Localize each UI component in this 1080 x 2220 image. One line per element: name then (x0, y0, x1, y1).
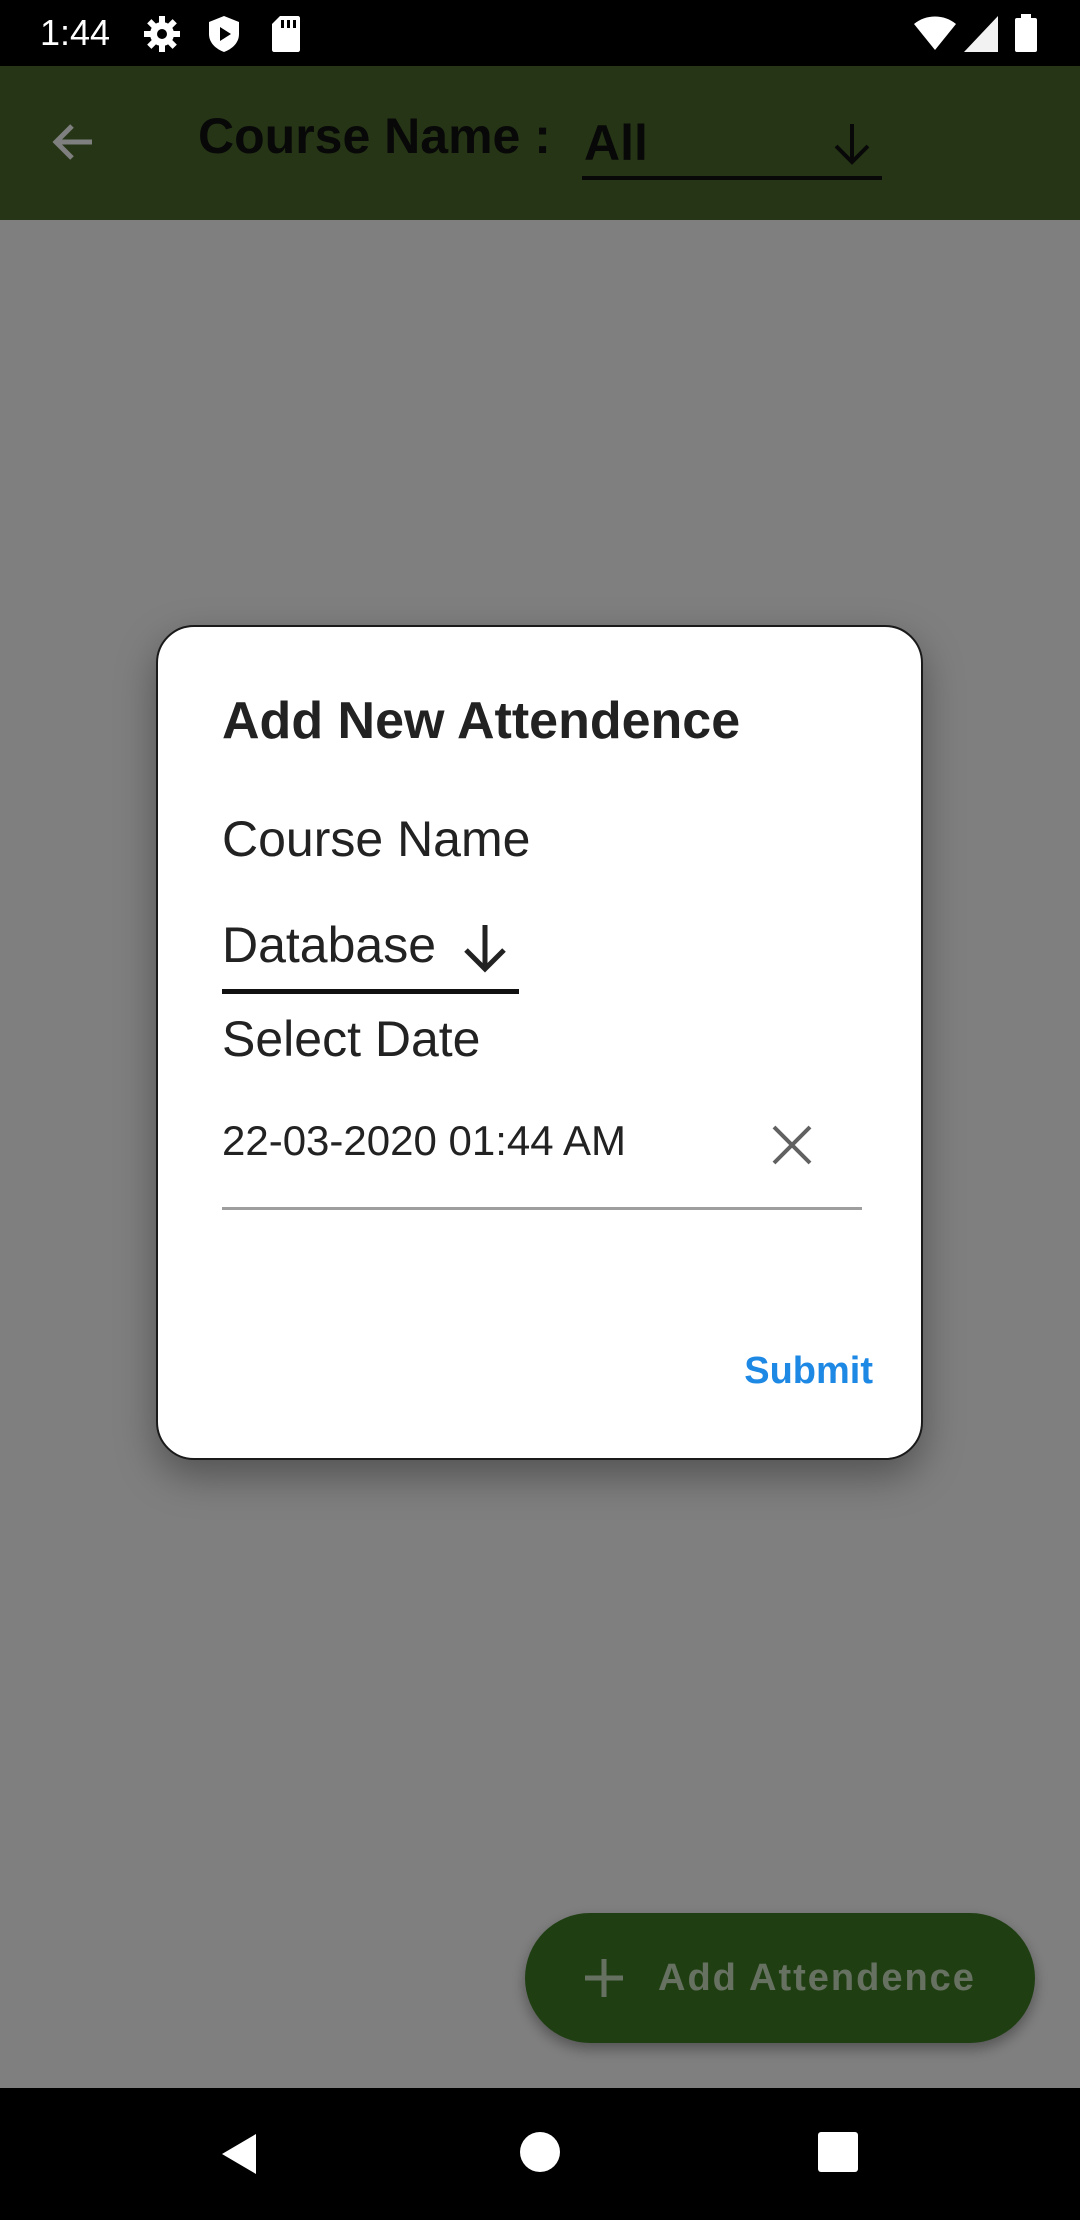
status-bar: 1:44 (0, 0, 1080, 66)
battery-icon (1014, 14, 1038, 59)
wifi-icon (912, 14, 958, 59)
arrow-down-icon (460, 921, 510, 980)
dialog-title: Add New Attendence (222, 692, 741, 750)
recents-icon[interactable] (816, 2130, 860, 2179)
system-nav-bar (0, 2088, 1080, 2220)
shield-icon (206, 14, 242, 59)
course-name-value: Database (222, 917, 437, 973)
sd-card-icon (270, 14, 302, 59)
course-name-dropdown[interactable]: Database (222, 907, 519, 994)
cellular-icon (962, 14, 1000, 59)
date-time-field[interactable]: 22-03-2020 01:44 AM (222, 1097, 862, 1210)
settings-icon (142, 14, 182, 59)
back-icon[interactable] (218, 2130, 260, 2183)
status-time: 1:44 (40, 12, 111, 53)
close-icon[interactable] (770, 1123, 814, 1172)
add-attendence-dialog: Add New Attendence Course Name Database … (156, 625, 923, 1460)
home-icon[interactable] (518, 2130, 562, 2179)
select-date-label: Select Date (222, 1011, 481, 1067)
course-name-label: Course Name (222, 811, 531, 867)
date-time-value: 22-03-2020 01:44 AM (222, 1117, 626, 1164)
submit-button[interactable]: Submit (744, 1347, 873, 1395)
